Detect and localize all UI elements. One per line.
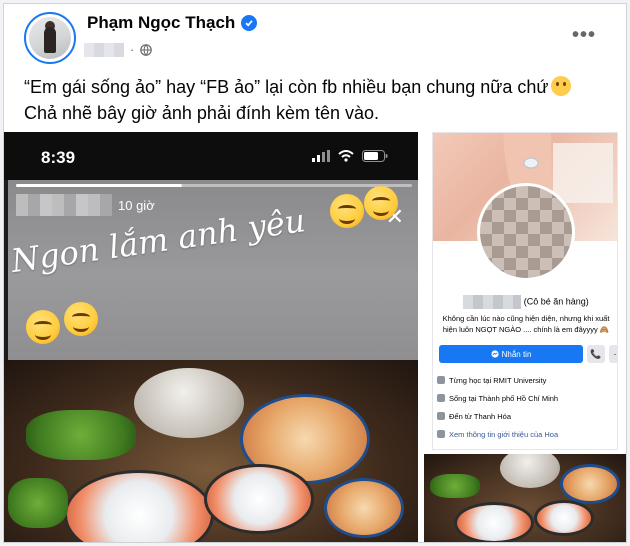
author-avatar[interactable] xyxy=(24,12,76,64)
info-row-from: Đến từ Thanh Hóa xyxy=(433,407,617,425)
message-button[interactable]: Nhắn tin xyxy=(439,345,583,363)
post-meta: · xyxy=(84,42,153,57)
home-icon xyxy=(437,394,445,402)
blurred-story-username xyxy=(16,194,112,216)
food-photo-left xyxy=(4,360,418,542)
post-text-line-2: Chả nhẽ bây giờ ảnh phải đính kèm tên và… xyxy=(24,103,380,123)
smiling-emoji-icon xyxy=(364,186,398,220)
verified-badge-icon xyxy=(241,15,258,31)
battery-icon xyxy=(362,150,388,162)
post-text-line-1: “Em gái sống ảo” hay “FB ảo” lại còn fb … xyxy=(24,74,614,100)
post-text: “Em gái sống ảo” hay “FB ảo” lại còn fb … xyxy=(24,74,614,126)
meta-separator: · xyxy=(130,42,135,57)
right-column: (Cô bé ăn hàng) Không cần lúc nào cũng h… xyxy=(422,132,626,542)
status-clock: 8:39 xyxy=(41,148,76,167)
messenger-icon xyxy=(490,350,499,358)
author-name-row: Phạm Ngọc Thạch xyxy=(87,13,258,33)
story-progress-bar xyxy=(16,184,412,187)
blurred-profile-name xyxy=(463,295,522,309)
smiling-emoji-icon xyxy=(26,310,60,344)
see-more-about-link[interactable]: Xem thông tin giới thiệu của Hoa xyxy=(433,425,617,443)
call-button[interactable]: 📞 xyxy=(587,345,605,363)
story-screenshot-image[interactable]: 8:39 10 giờ ✕ Ngon lắm anh yêu xyxy=(4,132,418,542)
smiling-emoji-icon xyxy=(330,194,364,228)
location-pin-icon xyxy=(437,412,445,420)
food-photo-right[interactable] xyxy=(424,454,626,542)
facebook-post: Phạm Ngọc Thạch · ••• “Em gái sống ảo” h… xyxy=(3,3,627,543)
profile-screenshot-image[interactable]: (Cô bé ăn hàng) Không cần lúc nào cũng h… xyxy=(432,132,618,450)
profile-info: Từng học tại RMIT University Sống tại Th… xyxy=(433,371,617,443)
info-row-education: Từng học tại RMIT University xyxy=(433,371,617,389)
post-media: 8:39 10 giờ ✕ Ngon lắm anh yêu (Cô bé ăn… xyxy=(4,132,626,542)
profile-actions: Nhắn tin 📞 ··· xyxy=(439,345,617,363)
status-icons xyxy=(312,150,388,162)
globe-icon xyxy=(140,43,153,56)
author-name[interactable]: Phạm Ngọc Thạch xyxy=(87,13,235,33)
info-row-lives-in: Sống tại Thành phố Hồ Chí Minh xyxy=(433,389,617,407)
profile-name: (Cô bé ăn hàng) xyxy=(433,295,617,309)
profile-more-button[interactable]: ··· xyxy=(609,345,617,363)
story-user: 10 giờ xyxy=(16,194,155,216)
blurred-timestamp[interactable] xyxy=(84,42,124,57)
blurred-profile-picture xyxy=(477,183,575,281)
profile-bio: Không cần lúc nào cũng hiện diện, nhưng … xyxy=(442,314,610,334)
thinking-emoji-icon xyxy=(551,76,572,96)
phone-status-bar: 8:39 xyxy=(4,132,418,180)
wifi-icon xyxy=(338,150,354,162)
smiling-emoji-icon xyxy=(64,302,98,336)
signal-icon xyxy=(312,150,330,162)
story-time-ago: 10 giờ xyxy=(118,197,155,213)
ellipsis-icon xyxy=(437,430,445,438)
graduation-cap-icon xyxy=(437,376,445,384)
post-options-button[interactable]: ••• xyxy=(572,24,596,47)
